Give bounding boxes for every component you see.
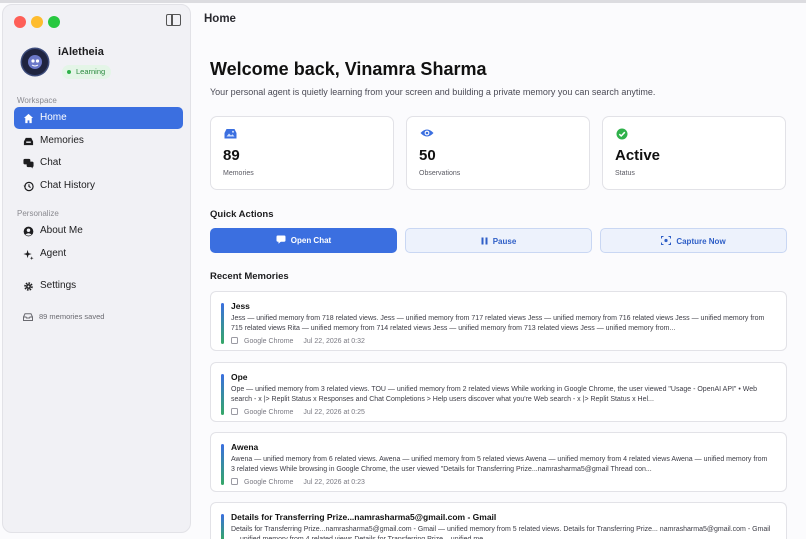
sidebar-item-label: Memories: [40, 135, 84, 146]
sparkle-icon: [23, 249, 34, 260]
page-title: Home: [204, 13, 236, 25]
recent-memories-heading: Recent Memories: [210, 271, 289, 282]
memory-card[interactable]: Awena Awena — unified memory from 6 rela…: [210, 432, 787, 492]
sidebar-item-home[interactable]: Home: [14, 107, 183, 129]
sidebar-toggle-icon[interactable]: [166, 14, 181, 26]
zoom-window-button[interactable]: [48, 16, 60, 28]
checkmark-circle-icon: [616, 128, 628, 140]
person-circle-icon: [23, 226, 34, 237]
tray-icon: [23, 313, 33, 321]
sidebar-item-chat[interactable]: Chat: [14, 152, 183, 174]
stat-label: Status: [615, 170, 635, 177]
stat-value: 89: [223, 147, 240, 164]
gear-icon: [24, 282, 33, 291]
stat-card-observations: 50 Observations: [406, 116, 590, 190]
memory-meta: Google Chrome Jul 22, 2026 at 0:23: [231, 478, 365, 486]
memory-date: Jul 22, 2026 at 0:23: [303, 479, 365, 486]
tray-icon: [23, 137, 34, 146]
workspace-section-label: Workspace: [17, 96, 57, 105]
home-icon: [23, 113, 34, 124]
sidebar-item-about-me[interactable]: About Me: [14, 220, 183, 242]
sidebar-item-label: Chat History: [40, 180, 96, 191]
memory-card[interactable]: Ope Ope — unified memory from 3 related …: [210, 362, 787, 422]
capture-now-label: Capture Now: [676, 237, 726, 246]
sidebar-item-label: About Me: [40, 225, 83, 236]
sidebar-item-agent[interactable]: Agent: [14, 243, 183, 265]
memory-card[interactable]: Jess Jess — unified memory from 718 rela…: [210, 291, 787, 351]
memory-title: Awena: [231, 442, 259, 452]
sidebar-item-memories[interactable]: Memories: [14, 130, 183, 152]
app-name: iAletheia: [58, 46, 104, 58]
app-window-icon: [231, 408, 238, 415]
memory-summary: Awena — unified memory from 6 related vi…: [231, 456, 768, 473]
pause-icon: [481, 237, 488, 245]
capture-icon: [661, 236, 672, 246]
sidebar-item-label: Settings: [40, 280, 77, 291]
photo-tray-icon: [224, 129, 237, 139]
status-badge: Learning: [62, 65, 112, 79]
personalize-section-label: Personalize: [17, 209, 59, 218]
memories-saved-label: 89 memories saved: [39, 312, 105, 321]
stat-label: Observations: [419, 170, 461, 177]
memory-summary: Details for Transferring Prize...namrash…: [231, 526, 771, 539]
stat-value: 50: [419, 147, 436, 164]
memory-app: Google Chrome: [244, 479, 294, 486]
app-window-icon: [231, 337, 238, 344]
welcome-subtitle: Your personal agent is quietly learning …: [210, 87, 656, 97]
stat-card-memories: 89 Memories: [210, 116, 394, 190]
close-window-button[interactable]: [14, 16, 26, 28]
memory-app: Google Chrome: [244, 409, 294, 416]
memory-accent-bar: [221, 514, 224, 539]
memory-meta: Google Chrome Jul 22, 2026 at 0:25: [231, 408, 365, 416]
pause-button[interactable]: Pause: [405, 228, 592, 253]
sidebar-item-label: Agent: [40, 248, 67, 259]
app-window-icon: [231, 478, 238, 485]
chat-bubbles-icon: [23, 158, 34, 169]
memories-saved-count: 89 memories saved: [23, 312, 104, 321]
quick-actions-heading: Quick Actions: [210, 209, 274, 220]
memory-title: Jess: [231, 301, 250, 311]
chat-icon: [276, 235, 286, 245]
memory-card[interactable]: Details for Transferring Prize...namrash…: [210, 502, 787, 539]
app-window: iAletheia Learning Workspace Home Memori…: [0, 0, 806, 539]
memory-summary: Jess — unified memory from 718 related v…: [231, 315, 765, 332]
memory-accent-bar: [221, 303, 224, 344]
sidebar-item-label: Home: [40, 112, 67, 123]
agent-face-icon: [28, 55, 42, 69]
stat-label: Memories: [223, 170, 254, 177]
memory-title: Ope: [231, 372, 248, 382]
stat-value: Active: [615, 147, 661, 164]
welcome-heading: Welcome back, Vinamra Sharma: [210, 59, 487, 79]
eye-icon: [420, 129, 434, 137]
sidebar-item-chat-history[interactable]: Chat History: [14, 175, 183, 197]
history-clock-icon: [23, 181, 34, 192]
minimize-window-button[interactable]: [31, 16, 43, 28]
memory-date: Jul 22, 2026 at 0:25: [303, 409, 365, 416]
sidebar-item-settings[interactable]: Settings: [14, 275, 183, 297]
pause-label: Pause: [492, 237, 517, 246]
stat-card-status: Active Status: [602, 116, 786, 190]
sidebar-item-label: Chat: [40, 157, 62, 168]
sidebar: iAletheia Learning Workspace Home Memori…: [2, 4, 191, 533]
open-chat-label: Open Chat: [290, 236, 332, 245]
memory-accent-bar: [221, 444, 224, 485]
open-chat-button[interactable]: Open Chat: [210, 228, 397, 253]
capture-now-button[interactable]: Capture Now: [600, 228, 787, 253]
memory-title: Details for Transferring Prize...namrash…: [231, 512, 497, 522]
memory-accent-bar: [221, 374, 224, 415]
window-top-edge: [0, 0, 806, 3]
memory-date: Jul 22, 2026 at 0:32: [303, 338, 365, 345]
memory-summary: Ope — unified memory from 3 related view…: [231, 386, 758, 403]
avatar: [22, 49, 48, 75]
memory-meta: Google Chrome Jul 22, 2026 at 0:32: [231, 337, 365, 345]
memory-app: Google Chrome: [244, 338, 294, 345]
